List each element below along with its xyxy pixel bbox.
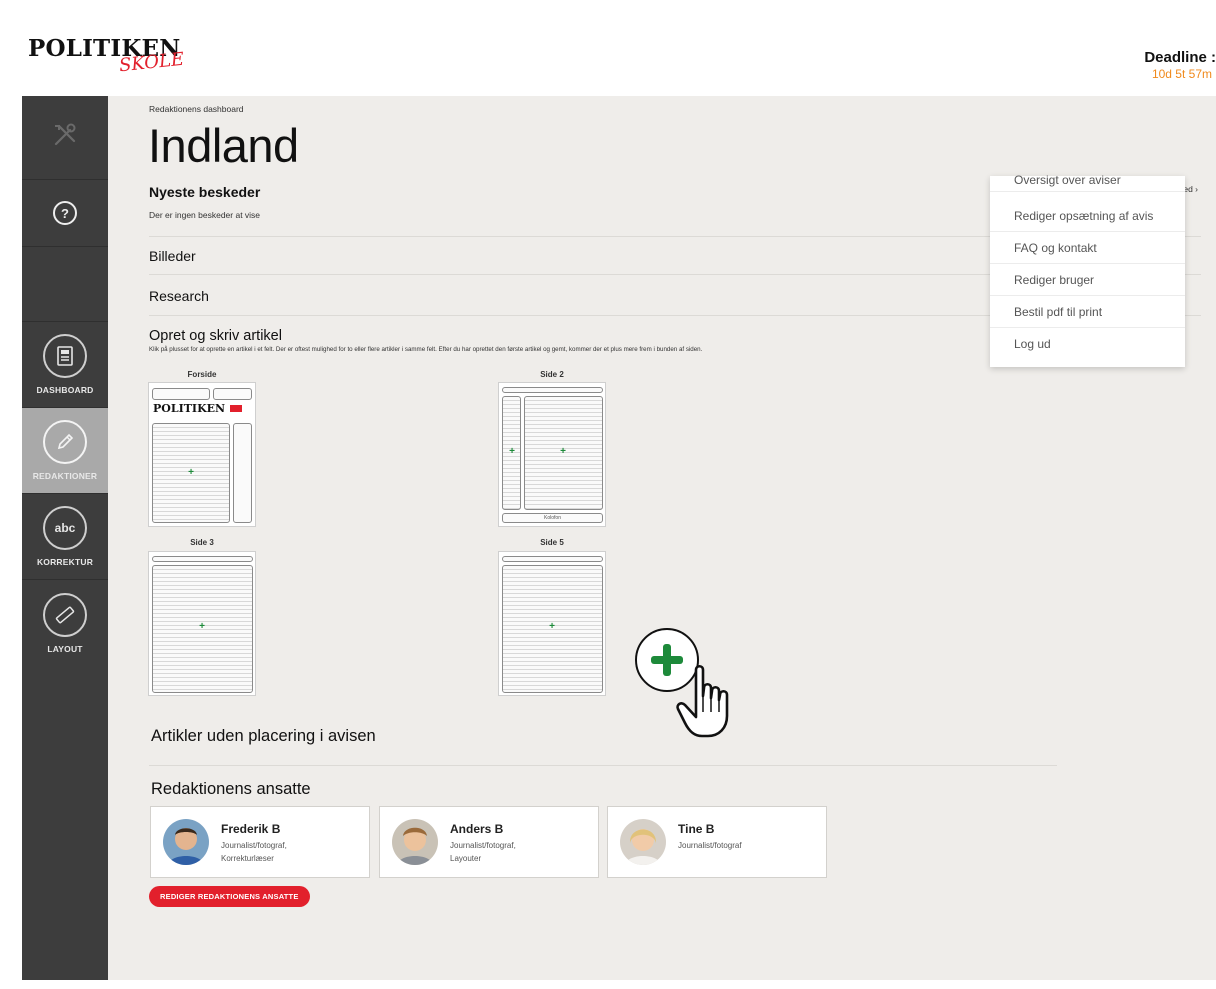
mini-logo: POLITIKEN bbox=[153, 402, 226, 415]
add-article-icon[interactable]: + bbox=[188, 468, 194, 478]
deadline-label: Deadline : bbox=[1144, 49, 1216, 66]
staff-name: Frederik B bbox=[221, 822, 281, 836]
page-label-forside: Forside bbox=[187, 370, 217, 379]
staff-card[interactable]: Tine B Journalist/fotograf bbox=[607, 806, 827, 878]
sidebar-item-layout[interactable]: LAYOUT bbox=[22, 580, 108, 666]
layout-slot bbox=[233, 423, 252, 523]
menu-item-edit-newspaper-setup[interactable]: Rediger opsætning af avis bbox=[990, 200, 1185, 232]
menu-item-newspaper-overview[interactable]: Oversigt over aviser bbox=[990, 168, 1185, 192]
page-thumbnail-forside: POLITIKEN + bbox=[148, 382, 256, 527]
staff-role: Journalist/fotograf, Korrekturlæser bbox=[221, 841, 287, 863]
layout-slot bbox=[502, 387, 603, 393]
help-icon: ? bbox=[53, 201, 77, 225]
add-article-icon[interactable]: + bbox=[560, 447, 566, 457]
research-section-toggle[interactable]: Research bbox=[149, 288, 209, 304]
staff-name: Anders B bbox=[450, 822, 504, 836]
app-frame: POLITIKEN SKOLE Deadline : 10d 5t 57m ? … bbox=[22, 12, 1216, 980]
spellcheck-icon: abc bbox=[43, 506, 87, 550]
add-article-icon[interactable]: + bbox=[549, 622, 555, 632]
edit-staff-button[interactable]: REDIGER REDAKTIONENS ANSATTE bbox=[149, 886, 310, 907]
sidebar-item-tools[interactable] bbox=[22, 96, 108, 180]
page-label-side-2: Side 2 bbox=[540, 370, 564, 379]
sidebar-item-label: LAYOUT bbox=[47, 643, 83, 654]
sidebar-item-label: KORREKTUR bbox=[36, 557, 94, 567]
sidebar-item-help[interactable]: ? bbox=[22, 180, 108, 247]
layout-slot bbox=[152, 388, 210, 400]
create-article-title: Opret og skriv artikel bbox=[149, 328, 282, 344]
page-label-side-5: Side 5 bbox=[540, 538, 564, 547]
avatar bbox=[620, 819, 666, 865]
layout-slot bbox=[502, 556, 603, 562]
menu-item-faq-contact[interactable]: FAQ og kontakt bbox=[990, 232, 1185, 264]
layout-slot bbox=[152, 556, 253, 562]
sidebar-item-dashboard[interactable]: DASHBOARD bbox=[22, 322, 108, 408]
add-article-icon[interactable]: + bbox=[199, 622, 205, 632]
ruler-icon bbox=[43, 592, 87, 637]
sidebar-item-korrektur[interactable]: abc KORREKTUR bbox=[22, 494, 108, 580]
staff-name: Tine B bbox=[678, 822, 715, 836]
kolofon-label: Kolofon bbox=[544, 515, 561, 521]
tools-icon bbox=[50, 120, 80, 155]
hand-cursor-icon bbox=[676, 664, 729, 738]
user-dropdown-menu: Oversigt over aviser Rediger opsætning a… bbox=[990, 173, 1185, 367]
top-bar: POLITIKEN SKOLE Deadline : 10d 5t 57m bbox=[22, 12, 1216, 96]
page-title: Indland bbox=[148, 119, 299, 172]
newspaper-icon bbox=[43, 334, 87, 378]
staff-title: Redaktionens ansatte bbox=[151, 780, 311, 798]
page-thumbnail-side-3: + bbox=[148, 551, 256, 696]
sidebar: ? DASHBOARD REDAKTIONER abc KORREKTUR LA… bbox=[22, 96, 108, 980]
deadline-countdown: 10d 5t 57m bbox=[1151, 67, 1212, 81]
page-thumbnail-side-2: Kolofon + + bbox=[498, 382, 606, 527]
avatar bbox=[163, 819, 209, 865]
images-section-toggle[interactable]: Billeder bbox=[149, 248, 196, 264]
create-article-hint: Klik på plusset for at oprette en artike… bbox=[149, 346, 703, 353]
menu-item-edit-user[interactable]: Rediger bruger bbox=[990, 264, 1185, 296]
staff-role: Journalist/fotograf bbox=[678, 841, 742, 850]
layout-slot bbox=[213, 388, 252, 400]
menu-item-order-pdf[interactable]: Bestil pdf til print bbox=[990, 296, 1185, 328]
main-content: Redaktionens dashboard Indland Nyeste be… bbox=[108, 96, 1216, 980]
page-thumbnail-side-5: + bbox=[498, 551, 606, 696]
staff-role: Journalist/fotograf, Layouter bbox=[450, 841, 516, 863]
sidebar-item-empty bbox=[22, 247, 108, 322]
breadcrumb[interactable]: Redaktionens dashboard bbox=[149, 104, 244, 114]
add-article-icon[interactable]: + bbox=[509, 447, 515, 457]
sidebar-item-redaktioner[interactable]: REDAKTIONER bbox=[22, 408, 108, 494]
mini-logo-mark bbox=[230, 405, 242, 412]
staff-card[interactable]: Anders B Journalist/fotograf, Layouter bbox=[379, 806, 599, 878]
pencil-icon bbox=[43, 420, 87, 464]
menu-item-log-out[interactable]: Log ud bbox=[990, 328, 1185, 360]
messages-empty-text: Der er ingen beskeder at vise bbox=[149, 210, 261, 220]
divider bbox=[149, 765, 1057, 766]
page-label-side-3: Side 3 bbox=[190, 538, 214, 547]
sidebar-item-label: DASHBOARD bbox=[36, 385, 94, 395]
avatar bbox=[392, 819, 438, 865]
sidebar-item-label: REDAKTIONER bbox=[32, 471, 98, 481]
unplaced-articles-title: Artikler uden placering i avisen bbox=[151, 727, 376, 745]
messages-title: Nyeste beskeder bbox=[149, 184, 261, 200]
staff-card[interactable]: Frederik B Journalist/fotograf, Korrektur… bbox=[150, 806, 370, 878]
